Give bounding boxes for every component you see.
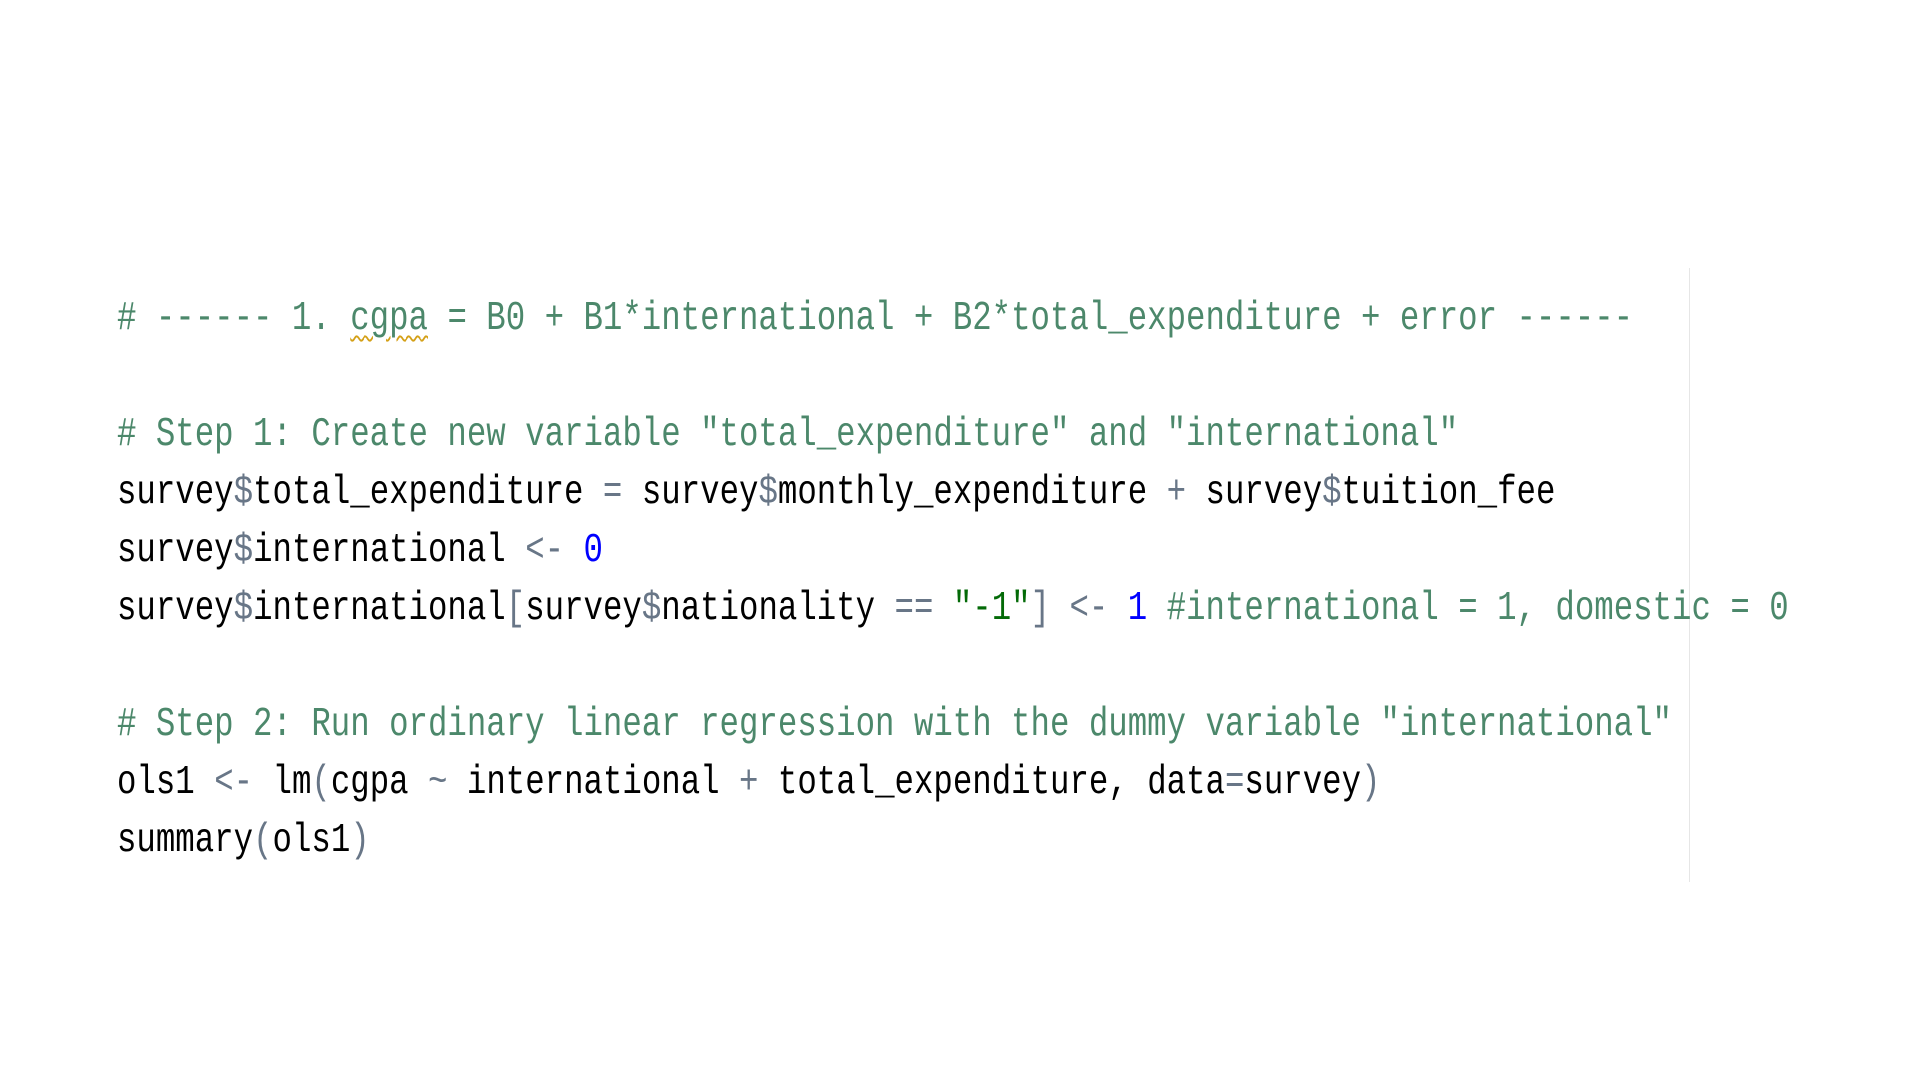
operator-token: = (1224, 760, 1245, 806)
comment-token: # Step 2: Run ordinary linear regression… (117, 702, 1672, 748)
code-token: international (253, 528, 526, 574)
code-token: survey (622, 470, 759, 516)
code-line[interactable] (117, 638, 1789, 696)
code-token: survey (117, 528, 234, 574)
bracket-token: ) (350, 818, 370, 864)
comment-token: #international = 1, domestic = 0 (1166, 586, 1789, 632)
comment-token: # Step 1: Create new variable "total_exp… (117, 412, 1459, 458)
bracket-token: ] (1030, 586, 1051, 632)
code-line[interactable]: summary(ols1) (117, 812, 1789, 870)
code-token: ols1 (272, 818, 351, 864)
code-line[interactable]: survey$international[survey$nationality … (117, 580, 1789, 638)
code-token: total_expenditure (253, 470, 603, 516)
code-area[interactable]: # ------ 1. cgpa = B0 + B1*international… (117, 290, 1789, 870)
operator-token: $ (1322, 470, 1342, 516)
comment-token: = B0 + B1*international + B2*total_expen… (428, 296, 1634, 342)
code-token: survey (525, 586, 642, 632)
operator-token: ~ (428, 760, 448, 806)
code-token: tuition_fee (1341, 470, 1556, 516)
code-line[interactable]: survey$international <- 0 (117, 522, 1789, 580)
code-token: cgpa (330, 760, 429, 806)
code-line[interactable]: ols1 <- lm(cgpa ~ international + total_… (117, 754, 1789, 812)
bracket-token: ( (253, 818, 273, 864)
operator-token: = (602, 470, 623, 516)
code-token: summary (117, 818, 254, 864)
operator-token: <- (525, 528, 565, 574)
code-line[interactable]: # Step 1: Create new variable "total_exp… (117, 406, 1789, 464)
code-line[interactable]: # ------ 1. cgpa = B0 + B1*international… (117, 290, 1789, 348)
operator-token: <- (1069, 586, 1109, 632)
code-token: survey (117, 470, 234, 516)
code-line[interactable]: survey$total_expenditure = survey$monthl… (117, 464, 1789, 522)
operator-token: $ (641, 586, 662, 632)
bracket-token: ( (311, 760, 331, 806)
code-token: nationality (661, 586, 895, 632)
code-line[interactable] (117, 348, 1789, 406)
number-token: 0 (583, 528, 603, 574)
operator-token: == (894, 586, 934, 632)
string-token: "-1" (952, 586, 1031, 632)
operator-token: $ (758, 470, 778, 516)
number-token: 1 (1127, 586, 1148, 632)
code-token: international (253, 586, 506, 632)
code-editor[interactable]: # ------ 1. cgpa = B0 + B1*international… (0, 0, 1920, 1080)
code-token: survey (1186, 470, 1323, 516)
code-line[interactable]: # Step 2: Run ordinary linear regression… (117, 696, 1789, 754)
code-token: survey (117, 586, 234, 632)
bracket-token: ) (1361, 760, 1381, 806)
operator-token: $ (233, 470, 254, 516)
code-token: survey (1244, 760, 1362, 806)
bracket-token: [ (505, 586, 526, 632)
comment-token: # ------ 1. (117, 296, 351, 342)
misspelled-word: cgpa (350, 296, 429, 342)
code-token: total_expenditure, data (758, 760, 1225, 806)
operator-token: $ (233, 528, 254, 574)
operator-token: <- (214, 760, 254, 806)
operator-token: + (739, 760, 759, 806)
operator-token: + (1166, 470, 1187, 516)
code-token: international (447, 760, 740, 806)
code-token: ols1 (117, 760, 215, 806)
operator-token: $ (233, 586, 254, 632)
code-token: monthly_expenditure (777, 470, 1167, 516)
code-token: lm (253, 760, 312, 806)
